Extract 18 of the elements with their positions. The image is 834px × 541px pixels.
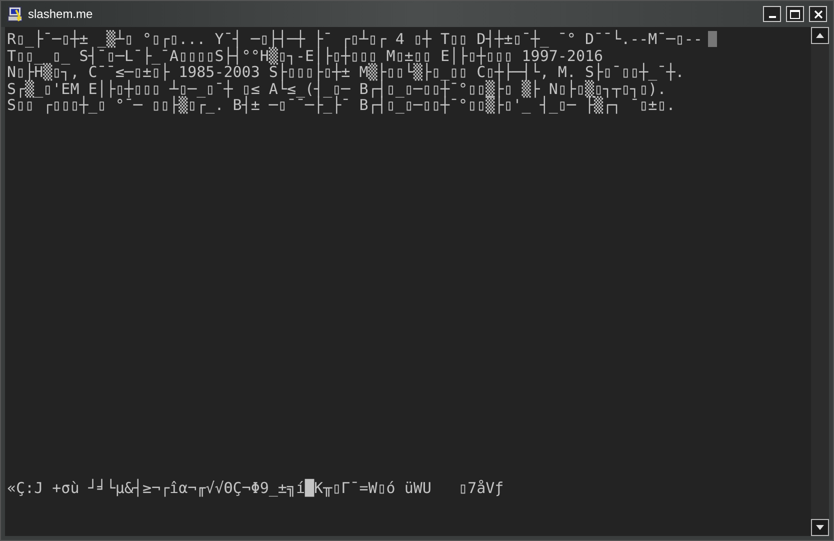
terminal-line: «Ç:J +σù ┘╛└µ&┤≥¬┌îα¬╓√√ΘÇ¬Φ9_±╗í█K╥▯Γ¯=W▯ó üWU ▯7åVƒ — [7, 480, 505, 496]
terminal-line: S▯▯ ┌▯▯▯┼_▯ °¯─ ▯▯├▒▯┌_. B┤± ─▯¯¯─├_├¯ B┌┤▯_▯─▯▯┼¯°▯▯▒├▯'_ ┤_▯─ ├▒┌┐ ¯▯±▯. — [7, 97, 676, 114]
terminal-line: S┌▒_▯'EM E│├▯┼▯▯▯ ┴▯─_▯¯┼ ▯≤ A└≤_(┤_▯─ B┌┤▯_▯─▯▯┼¯°▯▯▒├▯ ▒├ N▯├▯▒▯┐┬▯┐▯). — [7, 80, 666, 97]
terminal-line: R▯_├¯─▯┼± _▒┴▯ °▯┌▯... Y¯┤ ─▯├┤─┼ ├¯ ┌▯┴▯┌ 4 ▯┼ T▯▯ D┤┼±▯¯┼_ ¯° D¯¯└.--M¯─▯-- — [7, 31, 702, 48]
up-arrow-icon — [816, 33, 824, 38]
close-button[interactable] — [809, 6, 827, 22]
maximize-button[interactable] — [786, 6, 804, 22]
scroll-down-button[interactable] — [811, 519, 829, 536]
scrollbar[interactable] — [811, 27, 829, 536]
scroll-up-button[interactable] — [811, 27, 829, 44]
close-icon — [814, 10, 822, 18]
minimize-button[interactable] — [763, 6, 781, 22]
down-arrow-icon — [816, 525, 824, 530]
app-icon — [7, 6, 23, 22]
terminal-line: T▯▯_ ▯_ S┤¯▯─L¯├_¯A▯▯▯▯S├┤°°H▒▯┐-E│├▯┼▯▯▯ M▯±▯▯ E│├▯┼▯▯▯ 1997-2016 — [7, 48, 604, 64]
window-title: slashem.me — [28, 6, 93, 23]
terminal-line: N▯├H▒▯┐, C¯¯≤─▯±▯├ 1985-2003 S├▯▯▯├▯┼± M▒├▯▯└▒├▯_▯▯ C▯┼├─┤└, M. S├▯¯▯▯┼_¯┼. — [7, 64, 684, 80]
text-cursor — [708, 31, 718, 47]
